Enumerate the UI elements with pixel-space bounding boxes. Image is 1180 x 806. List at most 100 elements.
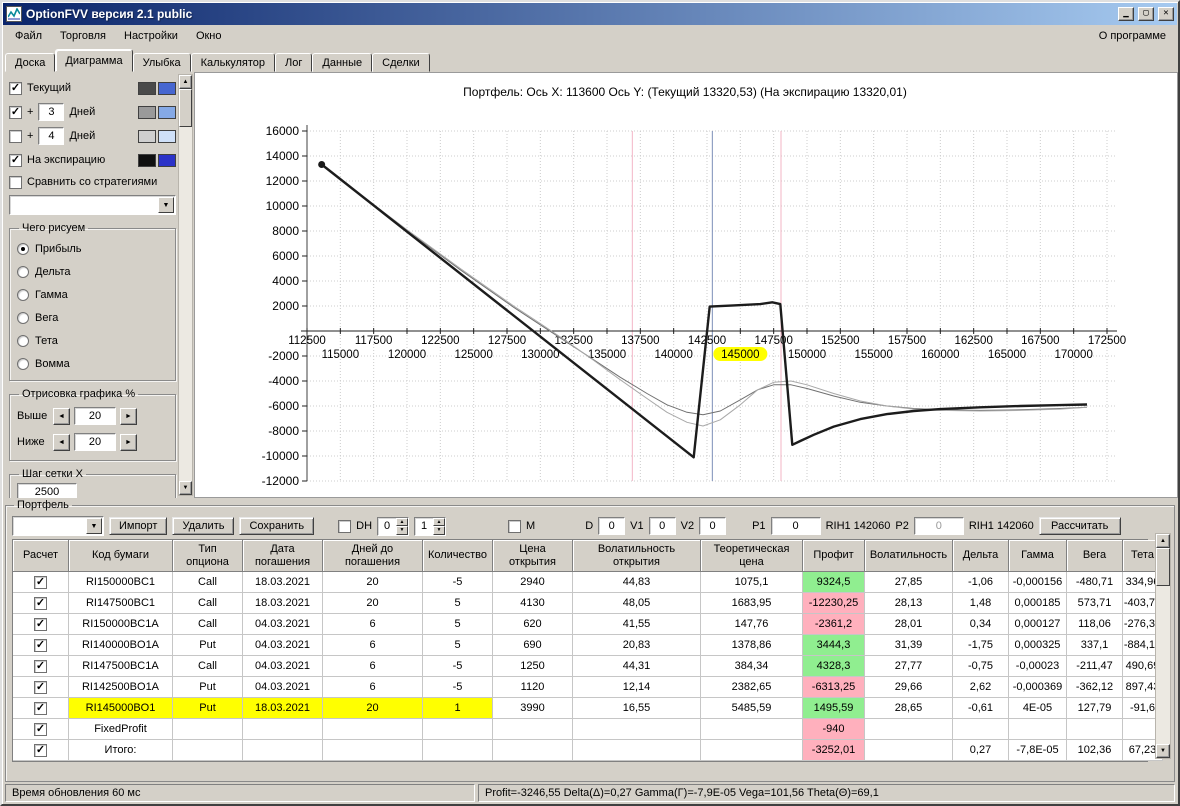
cell-vega[interactable]: -362,12 xyxy=(1067,677,1123,698)
plus3-checkbox[interactable] xyxy=(9,105,22,119)
cell-theo-price[interactable]: 384,34 xyxy=(701,656,803,677)
column-header[interactable]: Теоретическая цена xyxy=(701,540,803,572)
cell-type[interactable]: Call xyxy=(173,572,243,593)
row-checkbox[interactable] xyxy=(34,638,47,652)
cell-theo-price[interactable]: 1075,1 xyxy=(701,572,803,593)
cell-gamma[interactable]: 0,000127 xyxy=(1009,614,1067,635)
cell-quantity[interactable]: -5 xyxy=(423,572,493,593)
cell-open-volatility[interactable] xyxy=(573,740,701,761)
current-color-1[interactable] xyxy=(138,81,156,95)
column-header[interactable]: Вега xyxy=(1067,540,1123,572)
cell-expiry-date[interactable]: 04.03.2021 xyxy=(243,677,323,698)
expiration-color-1[interactable] xyxy=(138,153,156,167)
range-above-input[interactable] xyxy=(74,407,116,425)
tab-deals[interactable]: Сделки xyxy=(372,53,430,72)
scrollbar-thumb[interactable] xyxy=(179,89,192,127)
cell-delta[interactable]: -0,61 xyxy=(953,698,1009,719)
draw-option-row[interactable]: Гамма xyxy=(17,283,168,306)
radio-icon[interactable] xyxy=(17,265,29,278)
cell-days-to-expiry[interactable] xyxy=(323,740,423,761)
cell-volatility[interactable]: 28,13 xyxy=(865,593,953,614)
cell-open-volatility[interactable]: 41,55 xyxy=(573,614,701,635)
scroll-up-icon[interactable]: ▲ xyxy=(179,75,192,89)
menu-item-file[interactable]: Файл xyxy=(6,27,51,45)
radio-icon[interactable] xyxy=(17,357,29,370)
increase-button[interactable]: ► xyxy=(120,433,137,451)
delete-button[interactable]: Удалить xyxy=(172,517,235,535)
row-checkbox[interactable] xyxy=(34,659,47,673)
p1-input[interactable] xyxy=(770,517,821,535)
menu-item-settings[interactable]: Настройки xyxy=(115,27,187,45)
row-checkbox[interactable] xyxy=(34,743,47,757)
row-checkbox[interactable] xyxy=(34,596,47,610)
radio-icon[interactable] xyxy=(17,311,29,324)
cell-delta[interactable]: -1,75 xyxy=(953,635,1009,656)
plus4-color-1[interactable] xyxy=(138,129,156,143)
scrollbar-thumb[interactable] xyxy=(1156,548,1170,586)
radio-icon[interactable] xyxy=(17,334,29,347)
row-checkbox[interactable] xyxy=(34,575,47,589)
plus4-color-2[interactable] xyxy=(158,129,176,143)
row-checkbox[interactable] xyxy=(34,722,47,736)
cell-theo-price[interactable]: 1378,86 xyxy=(701,635,803,656)
cell-volatility[interactable]: 29,66 xyxy=(865,677,953,698)
plus4-checkbox[interactable] xyxy=(9,129,22,143)
current-checkbox[interactable] xyxy=(9,81,22,95)
cell-open-price[interactable]: 4130 xyxy=(493,593,573,614)
cell-type[interactable]: Put xyxy=(173,635,243,656)
column-header[interactable]: Расчет xyxy=(13,540,69,572)
cell-quantity[interactable] xyxy=(423,740,493,761)
cell-open-volatility[interactable]: 48,05 xyxy=(573,593,701,614)
chevron-down-icon[interactable]: ▼ xyxy=(158,197,174,213)
column-header[interactable]: Код бумаги xyxy=(69,540,173,572)
cell-profit[interactable]: 3444,3 xyxy=(803,635,865,656)
cell-type[interactable] xyxy=(173,740,243,761)
strategy-select[interactable]: ▼ xyxy=(9,195,176,215)
plus3-color-2[interactable] xyxy=(158,105,176,119)
cell-vega[interactable]: -211,47 xyxy=(1067,656,1123,677)
cell-type[interactable]: Put xyxy=(173,698,243,719)
cell-gamma[interactable]: -0,000156 xyxy=(1009,572,1067,593)
cell-expiry-date[interactable]: 18.03.2021 xyxy=(243,698,323,719)
cell-theo-price[interactable]: 2382,65 xyxy=(701,677,803,698)
scroll-down-icon[interactable]: ▼ xyxy=(179,481,192,495)
cell-code[interactable]: RI140000BO1A xyxy=(69,635,173,656)
spin-down-icon[interactable]: ▼ xyxy=(396,526,409,535)
scroll-down-icon[interactable]: ▼ xyxy=(1156,744,1170,758)
cell-code[interactable]: Итого: xyxy=(69,740,173,761)
cell-expiry-date[interactable]: 04.03.2021 xyxy=(243,656,323,677)
left-panel-scrollbar[interactable]: ▲ ▼ xyxy=(178,74,193,496)
cell-volatility[interactable]: 31,39 xyxy=(865,635,953,656)
row-calc-cell[interactable] xyxy=(13,572,69,593)
cell-quantity[interactable]: -5 xyxy=(423,677,493,698)
close-button[interactable]: ✕ xyxy=(1158,7,1174,21)
cell-code[interactable]: FixedProfit xyxy=(69,719,173,740)
scrollbar-track[interactable] xyxy=(1156,548,1170,744)
cell-days-to-expiry[interactable]: 6 xyxy=(323,677,423,698)
tab-calculator[interactable]: Калькулятор xyxy=(190,53,276,72)
cell-gamma[interactable]: -0,000369 xyxy=(1009,677,1067,698)
expiration-color-2[interactable] xyxy=(158,153,176,167)
profit-chart[interactable]: 16000 14000 12000 10000 8000 6000 4000 2000 -200… xyxy=(197,103,1177,498)
column-header[interactable]: Волатильность xyxy=(865,540,953,572)
dh-checkbox[interactable] xyxy=(338,519,352,533)
cell-type[interactable]: Put xyxy=(173,677,243,698)
column-header[interactable]: Гамма xyxy=(1009,540,1067,572)
expiration-checkbox[interactable] xyxy=(9,153,22,167)
grid-step-input[interactable] xyxy=(17,483,77,498)
v2-input[interactable] xyxy=(699,517,727,535)
column-header[interactable]: Профит xyxy=(803,540,865,572)
draw-option-row[interactable]: Прибыль xyxy=(17,237,168,260)
plus3-days-input[interactable] xyxy=(38,103,65,121)
save-button[interactable]: Сохранить xyxy=(239,517,315,535)
cell-delta[interactable]: -1,06 xyxy=(953,572,1009,593)
cell-code[interactable]: RI147500BC1A xyxy=(69,656,173,677)
cell-code[interactable]: RI145000BO1 xyxy=(69,698,173,719)
cell-days-to-expiry[interactable]: 6 xyxy=(323,656,423,677)
compare-strategies-checkbox[interactable] xyxy=(9,175,22,189)
cell-vega[interactable]: 337,1 xyxy=(1067,635,1123,656)
cell-volatility[interactable] xyxy=(865,740,953,761)
cell-profit[interactable]: -6313,25 xyxy=(803,677,865,698)
v1-input[interactable] xyxy=(648,517,676,535)
current-color-2[interactable] xyxy=(158,81,176,95)
